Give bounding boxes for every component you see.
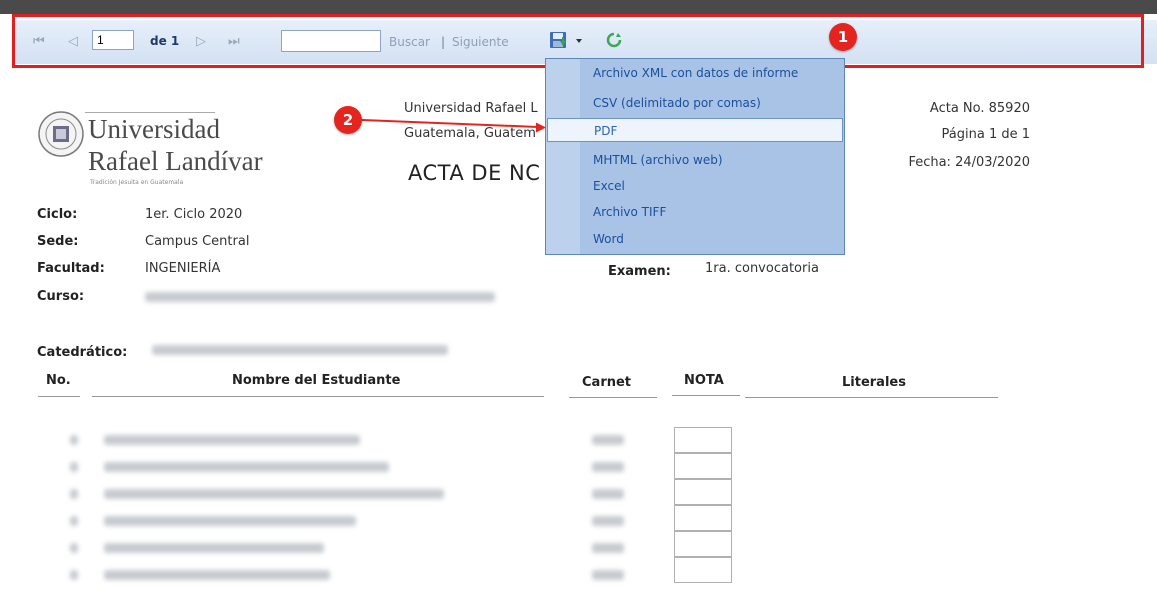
column-student-name: Nombre del Estudiante <box>232 373 401 388</box>
carnet-redacted <box>592 543 624 553</box>
menu-item-xml[interactable]: Archivo XML con datos de informe <box>547 61 843 85</box>
callout-arrow-icon <box>361 119 546 133</box>
carnet-redacted <box>592 435 624 445</box>
report-title: ACTA DE NC <box>408 161 541 185</box>
menu-item-pdf[interactable]: PDF <box>547 118 843 142</box>
examen-label: Examen: <box>608 264 671 279</box>
facultad-label: Facultad: <box>37 261 105 276</box>
column-no: No. <box>46 373 71 388</box>
catedratico-label: Catedrático: <box>37 345 128 360</box>
column-nota: NOTA <box>684 373 724 388</box>
student-name-redacted <box>104 516 356 526</box>
university-tagline: Tradición Jesuita en Guatemala <box>90 179 184 186</box>
curso-label: Curso: <box>37 289 85 304</box>
page-indicator: Página 1 de 1 <box>941 127 1030 142</box>
sede-value: Campus Central <box>145 234 250 249</box>
column-underline <box>672 395 740 396</box>
carnet-redacted <box>592 570 624 580</box>
report-date: Fecha: 24/03/2020 <box>908 155 1030 170</box>
column-literales: Literales <box>842 375 906 390</box>
callout-badge-2: 2 <box>334 106 362 134</box>
ciclo-label: Ciclo: <box>37 207 78 222</box>
row-number-redacted <box>70 543 78 553</box>
grade-cell <box>674 505 732 531</box>
carnet-redacted <box>592 489 624 499</box>
ciclo-value: 1er. Ciclo 2020 <box>145 207 243 222</box>
column-underline <box>92 396 544 397</box>
university-name-line2: Rafael Landívar <box>88 146 263 176</box>
menu-item-csv[interactable]: CSV (delimitado por comas) <box>547 91 843 115</box>
column-underline <box>38 396 80 397</box>
row-number-redacted <box>70 570 78 580</box>
column-underline <box>745 397 998 398</box>
acta-number: Acta No. 85920 <box>929 101 1030 116</box>
column-carnet: Carnet <box>582 375 632 390</box>
university-name-line1: Universidad <box>88 114 220 144</box>
menu-item-tiff[interactable]: Archivo TIFF <box>547 200 843 224</box>
logo-divider <box>85 112 215 113</box>
callout-badge-1: 1 <box>829 23 857 51</box>
sede-label: Sede: <box>37 234 79 249</box>
menu-item-mhtml[interactable]: MHTML (archivo web) <box>547 148 843 172</box>
course-name-redacted <box>145 292 495 302</box>
student-name-redacted <box>104 462 389 472</box>
grade-cell <box>674 427 732 453</box>
row-number-redacted <box>70 462 78 472</box>
examen-value: 1ra. convocatoria <box>705 261 819 276</box>
carnet-redacted <box>592 462 624 472</box>
export-format-menu: Archivo XML con datos de informe CSV (de… <box>545 58 845 255</box>
student-name-redacted <box>104 489 444 499</box>
student-name-redacted <box>104 435 360 445</box>
column-underline <box>569 397 657 398</box>
grade-cell <box>674 453 732 479</box>
professor-name-redacted <box>152 345 448 355</box>
grade-cell <box>674 479 732 505</box>
facultad-value: INGENIERÍA <box>145 261 221 276</box>
row-number-redacted <box>70 489 78 499</box>
row-number-redacted <box>70 435 78 445</box>
student-name-redacted <box>104 570 330 580</box>
row-number-redacted <box>70 516 78 526</box>
menu-item-word[interactable]: Word <box>547 227 843 251</box>
carnet-redacted <box>592 516 624 526</box>
grade-cell <box>674 531 732 557</box>
grade-cell <box>674 557 732 583</box>
university-seal-icon <box>37 110 85 162</box>
top-dark-bar <box>0 0 1157 14</box>
menu-item-excel[interactable]: Excel <box>547 174 843 198</box>
student-name-redacted <box>104 543 324 553</box>
